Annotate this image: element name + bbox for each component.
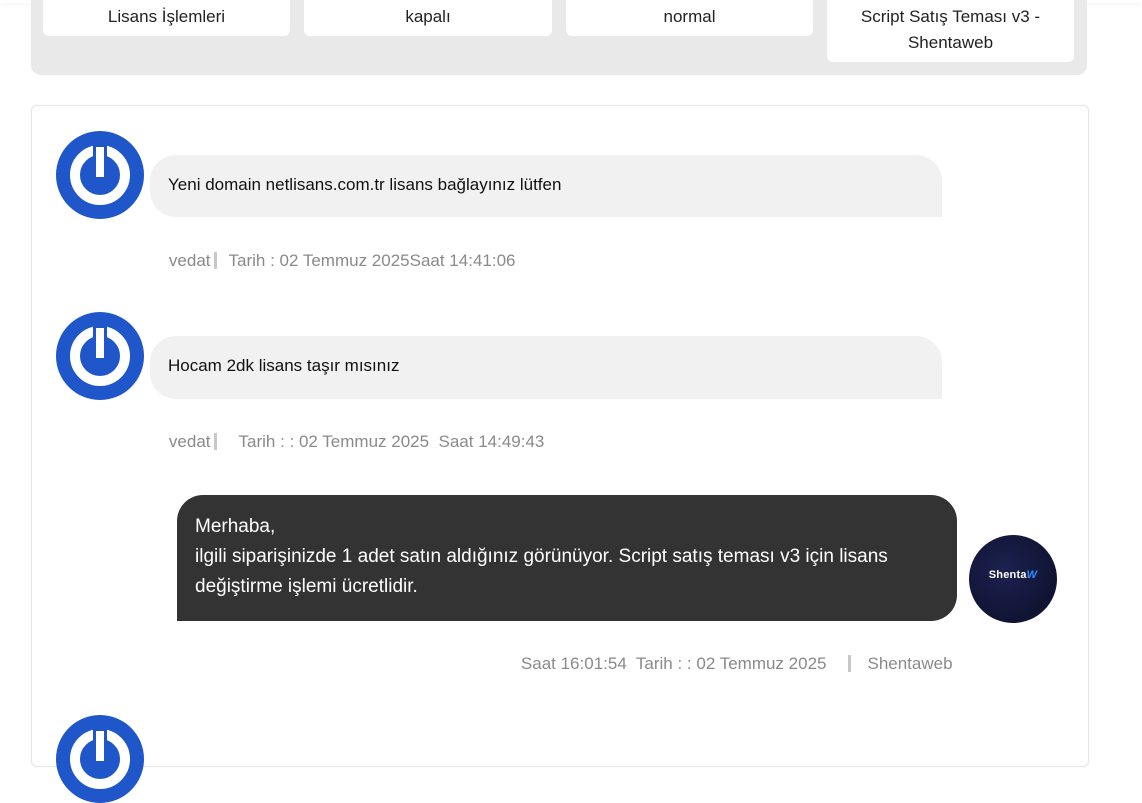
message-sender: vedat xyxy=(168,432,211,451)
info-card-product-text: Script Satış Teması v3 - Shentaweb xyxy=(860,7,1041,52)
message-thread: Yeni domain netlisans.com.tr lisans bağl… xyxy=(31,105,1089,803)
user-avatar xyxy=(56,312,144,400)
user-avatar xyxy=(56,715,144,803)
reply-bubble: Merhaba, ilgili siparişinizde 1 adet sat… xyxy=(177,495,957,621)
reply-line: değiştirme işlemi ücretlidir. xyxy=(195,576,418,597)
info-card-status: kapalı xyxy=(304,0,552,36)
info-card-priority-text: normal xyxy=(663,7,716,26)
meta-separator xyxy=(213,433,217,450)
message-timestamp: Tarih : : 02 Temmuz 2025 Saat 14:49:43 xyxy=(238,432,545,451)
message-text: Hocam 2dk lisans taşır mısınız xyxy=(168,356,400,375)
message-text: Yeni domain netlisans.com.tr lisans bağl… xyxy=(168,175,562,194)
user-avatar xyxy=(56,131,144,219)
info-card-priority: normal xyxy=(566,0,813,36)
info-card-status-text: kapalı xyxy=(405,7,451,26)
power-icon xyxy=(70,325,130,386)
message-timestamp: Tarih : 02 Temmuz 2025Saat 14:41:06 xyxy=(228,251,516,270)
info-card-product: Script Satış Teması v3 - Shentaweb xyxy=(827,0,1074,62)
meta-separator xyxy=(848,655,852,672)
reply-sender: Shentaweb xyxy=(867,654,953,673)
power-icon xyxy=(70,728,130,789)
message-bubble: Hocam 2dk lisans taşır mısınız xyxy=(150,336,942,399)
info-card-department: Lisans İşlemleri xyxy=(43,0,290,36)
info-card-department-text: Lisans İşlemleri xyxy=(107,7,226,26)
ticket-info-panel: Lisans İşlemleri kapalı normal Script Sa… xyxy=(31,0,1087,75)
reply-line: ilgili siparişinizde 1 adet satın aldığı… xyxy=(195,546,888,567)
reply-timestamp: Saat 16:01:54 Tarih : : 02 Temmuz 2025 xyxy=(520,654,827,673)
admin-avatar: ShentaW xyxy=(969,535,1057,623)
meta-separator xyxy=(213,252,217,269)
reply-meta: Saat 16:01:54 Tarih : : 02 Temmuz 2025 Sh… xyxy=(502,628,953,700)
reply-line: Merhaba, xyxy=(195,516,276,537)
message-meta: vedat Tarih : : 02 Temmuz 2025 Saat 14:49… xyxy=(150,406,544,478)
message-bubble: Yeni domain netlisans.com.tr lisans bağl… xyxy=(150,155,942,217)
message-meta: vedat Tarih : 02 Temmuz 2025Saat 14:41:06 xyxy=(150,225,516,297)
shentaweb-logo: ShentaW xyxy=(988,569,1038,581)
power-icon xyxy=(70,144,130,205)
message-sender: vedat xyxy=(168,251,211,270)
